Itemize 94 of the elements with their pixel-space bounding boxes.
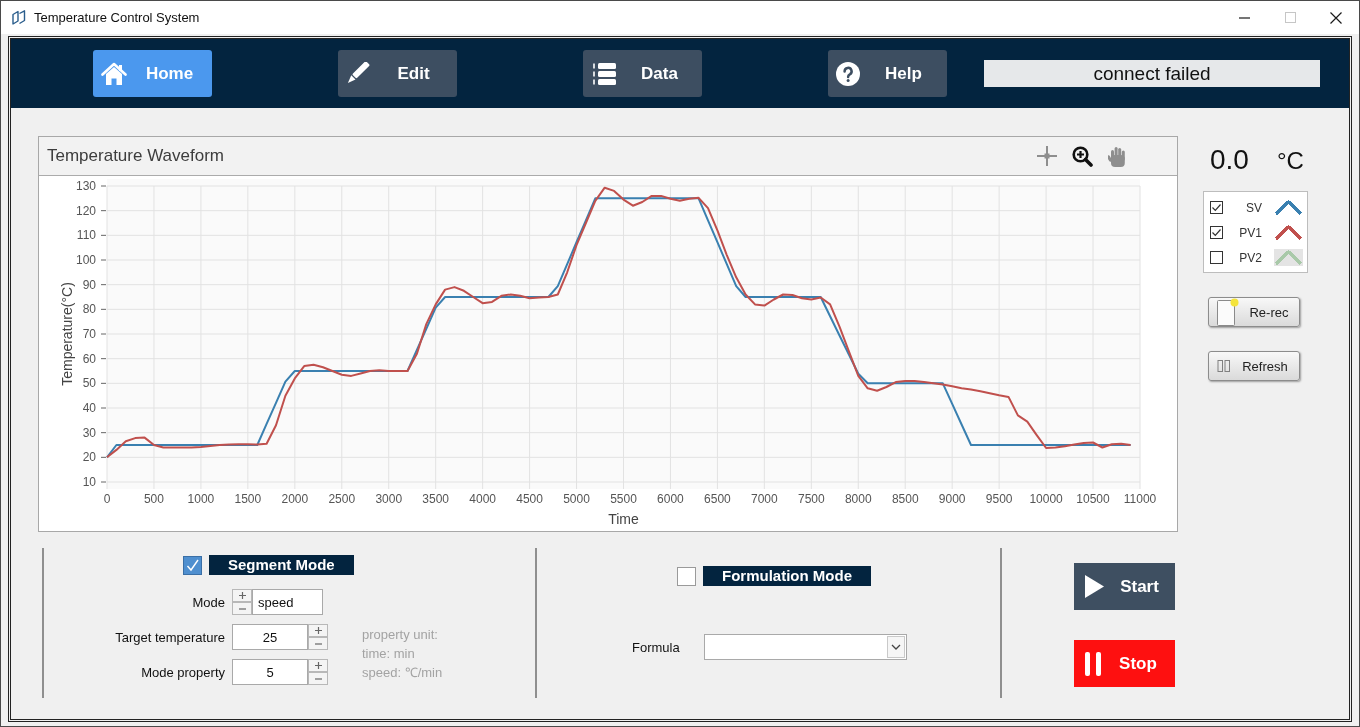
minus-icon [314, 642, 322, 645]
axis-tick-label: 5000 [563, 492, 590, 506]
axis-tick-label: 1500 [234, 492, 262, 506]
double-bar-icon [1217, 359, 1231, 373]
axis-tick-label: 110 [76, 228, 96, 243]
chevron-down-icon [886, 636, 905, 658]
field-label: Mode property [141, 664, 225, 680]
list-icon [591, 61, 617, 86]
hint-text: time: min [362, 645, 415, 663]
number-field[interactable]: 25 [232, 624, 308, 650]
legend-label: SV [1246, 200, 1262, 215]
minus-icon [314, 677, 322, 680]
legend-label: PV2 [1239, 250, 1262, 265]
minimize-icon[interactable] [1238, 16, 1250, 19]
axis-tick-label: 3500 [422, 492, 450, 506]
axis-tick-label: 6500 [704, 492, 731, 506]
plus-icon [314, 662, 322, 669]
axis-tick-label: 50 [82, 376, 96, 391]
axis-tick-label: 80 [82, 302, 96, 317]
window-title: Temperature Control System [34, 10, 200, 25]
increment-button[interactable] [308, 659, 328, 672]
axis-tick-label: 100 [75, 253, 96, 267]
unit-label: °C [1276, 147, 1304, 175]
app-logo-icon [12, 10, 26, 25]
axis-tick-label: 4500 [516, 492, 543, 506]
nav-button[interactable]: Edit [338, 50, 457, 97]
hand-icon[interactable] [1108, 145, 1127, 167]
text-field[interactable]: speed [252, 589, 323, 615]
pause-icon [1085, 651, 1101, 676]
plus-icon [238, 592, 246, 599]
increment-button[interactable] [308, 624, 328, 637]
axis-tick-label: 11000 [1123, 492, 1157, 506]
checkbox[interactable] [1210, 201, 1223, 214]
axis-tick-label: 4000 [469, 492, 496, 506]
side-button[interactable]: Refresh [1208, 351, 1300, 381]
axis-tick-label: 7500 [797, 492, 825, 506]
hint-text: property unit: [362, 626, 438, 644]
nav-button[interactable]: Help [828, 50, 947, 97]
zoom-in-icon[interactable] [1072, 145, 1093, 167]
axis-tick-label: 500 [143, 492, 164, 506]
axis-tick-label: 40 [82, 401, 96, 415]
status-field: connect failed [984, 60, 1320, 87]
checkbox[interactable] [183, 555, 202, 575]
help-icon [836, 61, 860, 86]
play-icon [1085, 575, 1104, 598]
house-icon [101, 61, 127, 86]
axis-tick-label: 3000 [375, 492, 403, 506]
page-icon [1217, 298, 1239, 326]
checkbox[interactable] [677, 566, 696, 586]
field-label: Mode [192, 594, 225, 610]
axis-tick-label: 70 [82, 327, 96, 341]
temperature-reading: 0.0 [1210, 144, 1249, 176]
axis-tick-label: 10000 [1029, 492, 1063, 506]
axis-title: Temperature(°C) [59, 282, 75, 386]
minus-icon [238, 607, 246, 610]
axis-tick-label: 10 [82, 475, 96, 489]
close-icon[interactable] [1330, 11, 1342, 24]
crosshair-icon[interactable] [1037, 146, 1057, 166]
axis-tick-label: 8500 [891, 492, 919, 506]
axis-tick-label: 2000 [281, 492, 309, 506]
axis-tick-label: 1000 [187, 492, 215, 506]
section-title: Formulation Mode [703, 566, 871, 586]
axis-tick-label: 10500 [1076, 492, 1110, 506]
axis-tick-label: 8000 [844, 492, 872, 506]
axis-tick-label: 7000 [751, 492, 778, 506]
field-label: Formula [632, 639, 680, 655]
section-title: Segment Mode [209, 555, 354, 575]
field-label: Target temperature [115, 629, 225, 645]
axis-tick-label: 0 [103, 492, 111, 506]
chart-title: Temperature Waveform [47, 146, 224, 166]
axis-tick-label: 20 [82, 450, 96, 465]
axis-tick-label: 60 [82, 351, 96, 366]
axis-tick-label: 6000 [657, 492, 684, 506]
axis-title: Time [608, 511, 639, 527]
legend-label: PV1 [1239, 225, 1262, 240]
increment-button[interactable] [232, 589, 252, 602]
hint-text: speed: ℃/min [362, 664, 443, 682]
action-button[interactable]: Start [1074, 563, 1175, 610]
checkbox[interactable] [1210, 251, 1223, 264]
axis-tick-label: 2500 [328, 492, 356, 506]
pencil-icon [346, 61, 370, 86]
nav-button[interactable]: Data [583, 50, 702, 97]
axis-tick-label: 5500 [610, 492, 637, 506]
axis-tick-label: 90 [82, 277, 96, 292]
axis-tick-label: 130 [75, 179, 96, 193]
axis-tick-label: 30 [82, 425, 96, 440]
action-button[interactable]: Stop [1074, 640, 1175, 687]
side-button[interactable]: Re-rec [1208, 297, 1300, 327]
axis-tick-label: 9500 [985, 492, 1013, 506]
axis-tick-label: 9000 [938, 492, 966, 506]
number-field[interactable]: 5 [232, 659, 308, 685]
checkbox[interactable] [1210, 226, 1223, 239]
axis-tick-label: 120 [75, 203, 96, 218]
plus-icon [314, 627, 322, 634]
